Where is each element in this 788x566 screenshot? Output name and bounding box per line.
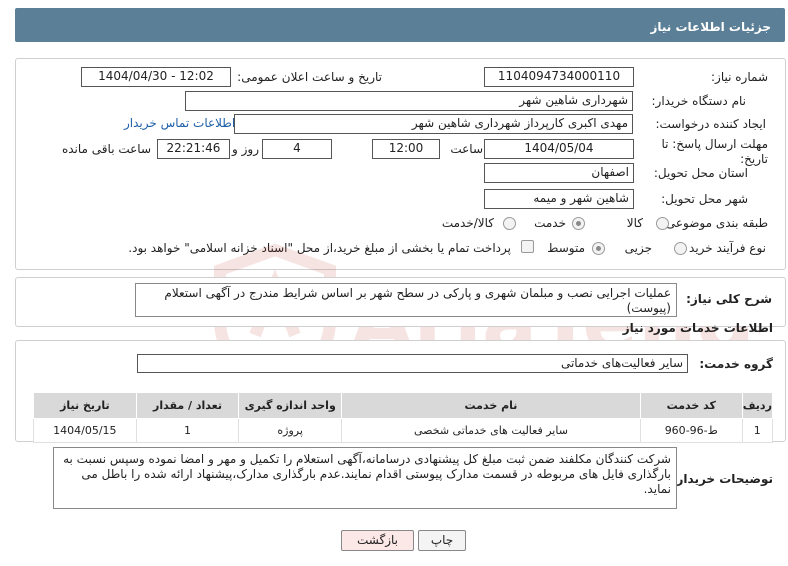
buyer-org-field[interactable]: شهرداری شاهین شهر (185, 91, 633, 111)
print-button[interactable]: چاپ (418, 530, 466, 551)
services-table: ردیف کد خدمت نام خدمت واحد اندازه گیری ت… (33, 392, 774, 443)
services-table-header: ردیف کد خدمت نام خدمت واحد اندازه گیری ت… (33, 392, 774, 419)
province-field[interactable]: اصفهان (484, 163, 634, 183)
col-qty: تعداد / مقدار (135, 392, 240, 419)
remaining-time-field[interactable]: 22:21:46 (157, 139, 230, 159)
deadline-time-label: ساعت (450, 142, 483, 156)
creator-field[interactable]: مهدی اکبری کارپرداز شهرداری شاهین شهر (234, 114, 633, 134)
payment-checkbox[interactable] (521, 240, 534, 253)
service-group-label: گروه خدمت: (699, 357, 773, 371)
category-option-goods-service: کالا/خدمت (441, 216, 494, 230)
category-label: طبقه بندی موضوعی: (661, 216, 768, 230)
col-code: کد خدمت (639, 392, 743, 419)
col-row: ردیف (741, 392, 774, 419)
category-option-goods: کالا (626, 216, 643, 230)
city-label: شهر محل تحویل: (661, 192, 748, 206)
deadline-date-field[interactable]: 1404/05/04 (484, 139, 634, 159)
process-label: نوع فرآیند خرید : (681, 241, 766, 255)
payment-note: پرداخت تمام یا بخشی از مبلغ خرید،از محل … (128, 241, 511, 255)
announce-label: تاریخ و ساعت اعلان عمومی: (237, 70, 382, 84)
cell-code: ط-96-960 (639, 418, 743, 443)
page-header: جزئیات اطلاعات نیاز (15, 8, 785, 42)
buyer-org-label: نام دستگاه خریدار: (651, 94, 747, 108)
service-group-field[interactable]: سایر فعالیت‌های خدماتی (137, 354, 688, 373)
col-date: تاریخ نیاز (33, 392, 137, 419)
process-option-minor: جزیی (624, 241, 652, 255)
category-radio-service[interactable] (572, 217, 585, 230)
need-number-field[interactable]: 1104094734000110 (484, 67, 634, 87)
col-name: نام خدمت (341, 392, 641, 419)
cell-qty: 1 (135, 418, 240, 443)
summary-label: شرح کلی نیاز: (686, 292, 772, 306)
cell-unit: پروژه (238, 418, 343, 443)
deadline-label: مهلت ارسال پاسخ: تا تاریخ: (661, 137, 768, 166)
remaining-label: ساعت باقی مانده (61, 142, 151, 156)
page-title: جزئیات اطلاعات نیاز (650, 20, 771, 34)
contact-buyer-link[interactable]: اطلاعات تماس خریدار (124, 116, 235, 130)
cell-row: 1 (741, 418, 774, 443)
process-radio-minor[interactable] (674, 242, 687, 255)
summary-textarea[interactable]: عملیات اجرایی نصب و مبلمان شهری و پارکی … (135, 283, 677, 317)
category-radio-goods-service[interactable] (503, 217, 516, 230)
category-radio-goods[interactable] (656, 217, 669, 230)
creator-label: ایجاد کننده درخواست: (655, 117, 766, 131)
province-label: استان محل تحویل: (653, 166, 748, 180)
days-label: روز و (232, 142, 259, 156)
services-section-title: اطلاعات خدمات مورد نیاز (622, 321, 773, 335)
process-option-medium: متوسط (547, 241, 585, 255)
announce-field[interactable]: 1404/04/30 - 12:02 (81, 67, 231, 87)
process-radio-medium[interactable] (592, 242, 605, 255)
table-row[interactable]: 1 ط-96-960 سایر فعالیت های خدماتی شخصی پ… (33, 418, 774, 443)
buyer-notes-textarea[interactable]: شرکت کنندگان مکلفند ضمن ثبت مبلغ کل پیشن… (53, 447, 677, 509)
cell-name: سایر فعالیت های خدماتی شخصی (341, 418, 641, 443)
back-button[interactable]: بازگشت (341, 530, 414, 551)
city-field[interactable]: شاهین شهر و میمه (484, 189, 634, 209)
deadline-time-field[interactable]: 12:00 (372, 139, 440, 159)
cell-date: 1404/05/15 (33, 418, 137, 443)
category-option-service: خدمت (534, 216, 566, 230)
need-number-label: شماره نیاز: (711, 70, 768, 84)
col-unit: واحد اندازه گیری (238, 392, 343, 419)
days-field[interactable]: 4 (262, 139, 332, 159)
buyer-notes-label: توضیحات خریدار: (671, 472, 773, 486)
